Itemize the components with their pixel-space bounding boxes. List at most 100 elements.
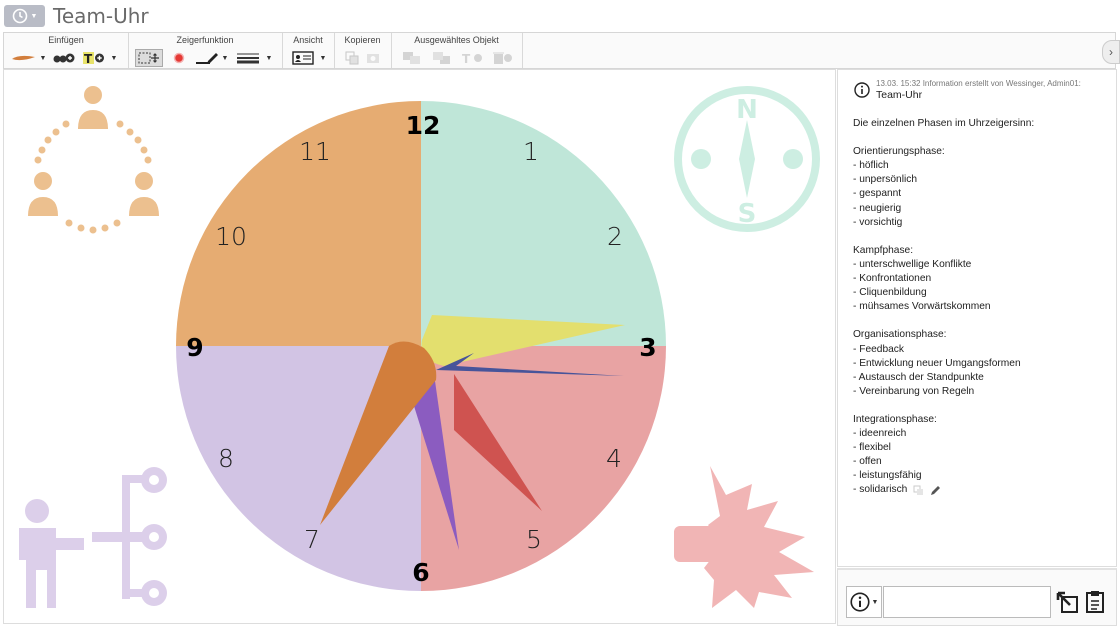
clock-icon: [12, 8, 27, 24]
insert-image-button[interactable]: [52, 49, 76, 67]
binoculars-plus-icon: [53, 53, 75, 63]
group-label: Kopieren: [344, 35, 381, 45]
insert-hand-dropdown[interactable]: ▼: [39, 49, 47, 67]
svg-text:N: N: [736, 95, 758, 125]
bring-front-icon: [403, 52, 420, 64]
compass-icon: N S: [674, 86, 820, 232]
clock-drawing: N S 12 1 2 3 4 5 6 7 8 9 10 11: [19, 86, 820, 608]
info-line: Organisationsphase:: [853, 329, 947, 341]
info-line: [853, 230, 1103, 244]
info-line: - Vereinbarung von Regeln: [853, 385, 975, 397]
group-label: Einfügen: [48, 35, 84, 45]
insert-text-dropdown[interactable]: ▼: [109, 49, 119, 67]
selection-move-icon: [138, 52, 159, 64]
clipboard-button[interactable]: [1082, 588, 1108, 616]
info-line: Die einzelnen Phasen im Uhrzeigersinn:: [853, 118, 1035, 129]
message-input[interactable]: [883, 586, 1051, 618]
copy-icon[interactable]: [913, 485, 924, 496]
info-line: Integrationsphase:: [853, 413, 937, 425]
info-line: [853, 399, 1103, 413]
info-line: - ideenreich: [853, 428, 907, 440]
toolbar-group-copy: Kopieren: [334, 33, 392, 68]
text-plus-icon: T: [83, 52, 104, 65]
clock-number-3: 3: [639, 333, 656, 362]
message-footer: ▼: [837, 568, 1117, 626]
clock-number-4: 4: [606, 444, 622, 473]
info-icon: [854, 82, 870, 98]
send-arrow-icon: [1056, 591, 1078, 613]
send-back-button[interactable]: [431, 49, 453, 67]
info-icon: [849, 592, 870, 612]
info-line: [853, 314, 1103, 328]
delete-object-button[interactable]: [491, 49, 515, 67]
info-line: - Entwicklung neuer Umgangsformen: [853, 357, 1021, 369]
info-line: Kampfphase:: [853, 244, 914, 256]
trash-icon: [493, 52, 512, 64]
info-line: Orientierungsphase:: [853, 146, 945, 158]
edit-pencil-icon[interactable]: [930, 485, 941, 496]
copy-image-button[interactable]: [365, 49, 381, 67]
toolbar: Einfügen ▼ T ▼ Zeigerfunktion ▼ ▼ Ansich…: [3, 32, 1116, 69]
text-settings-button[interactable]: T: [461, 49, 485, 67]
info-line: - Austausch der Standpunkte: [853, 371, 984, 383]
info-line: - gespannt: [853, 188, 902, 200]
camera-icon: [367, 54, 379, 63]
info-line: - Feedback: [853, 343, 904, 355]
group-label: Ansicht: [293, 35, 323, 45]
info-line: - offen: [853, 456, 882, 468]
clock-face: [176, 101, 666, 591]
toolbar-group-insert: Einfügen ▼ T ▼: [4, 33, 129, 68]
info-line: - Cliquenbildung: [853, 287, 927, 299]
line-width-button[interactable]: [234, 49, 262, 67]
insert-text-button[interactable]: T: [82, 49, 106, 67]
info-body: Die einzelnen Phasen im Uhrzeigersinn: O…: [853, 117, 1103, 498]
copy-button[interactable]: [344, 49, 360, 67]
info-line: - mühsames Vorwärtskommen: [853, 301, 991, 313]
orientation-sector: [421, 101, 666, 346]
send-message-button[interactable]: [1054, 588, 1080, 616]
clock-number-6: 6: [412, 558, 429, 587]
info-line: - unterschwellige Konflikte: [853, 258, 972, 270]
view-dropdown[interactable]: ▼: [319, 49, 327, 67]
info-line-last: - solidarisch: [853, 483, 1103, 497]
clock-number-9: 9: [186, 333, 203, 362]
network-person-icon: [19, 467, 167, 608]
svg-text:T: T: [84, 52, 93, 65]
chevron-down-icon: ▼: [30, 12, 38, 20]
select-tool-button[interactable]: [135, 49, 163, 67]
svg-text:S: S: [738, 199, 757, 229]
pen-dropdown[interactable]: ▼: [221, 49, 229, 67]
info-line: - flexibel: [853, 442, 891, 454]
color-button[interactable]: [170, 49, 188, 67]
group-label: Zeigerfunktion: [176, 35, 234, 45]
clock-hand-icon: [12, 55, 35, 61]
clock-number-1: 1: [523, 137, 539, 166]
clock-number-7: 7: [304, 525, 320, 554]
app-menu-button[interactable]: ▼: [4, 5, 45, 27]
bring-front-button[interactable]: [401, 49, 423, 67]
window-title: Team-Uhr: [53, 4, 149, 28]
id-card-icon: [292, 51, 314, 65]
info-line: - höflich: [853, 160, 889, 172]
line-width-dropdown[interactable]: ▼: [265, 49, 273, 67]
clock-number-5: 5: [526, 525, 542, 554]
svg-text:T: T: [462, 52, 471, 65]
info-line: - neugierig: [853, 202, 902, 214]
group-label: Ausgewähltes Objekt: [414, 35, 499, 45]
info-line: - unpersönlich: [853, 174, 917, 186]
clipboard-icon: [1086, 591, 1104, 613]
info-panel: 13.03. 15:32 Information erstellt von We…: [837, 69, 1117, 567]
panel-toggle-chevron-icon[interactable]: ›: [1102, 40, 1120, 64]
punch-icon: [674, 466, 814, 608]
info-line: - Konfrontationen: [853, 273, 932, 285]
color-dot-icon: [173, 52, 185, 64]
toolbar-group-selected-object: Ausgewähltes Objekt T: [391, 33, 523, 68]
insert-hand-button[interactable]: [9, 49, 39, 67]
clock-number-12: 12: [406, 111, 441, 140]
info-title: Team-Uhr: [876, 89, 923, 101]
copy-icon: [345, 51, 359, 65]
pen-button[interactable]: [194, 49, 220, 67]
view-button[interactable]: [290, 49, 316, 67]
whiteboard-canvas[interactable]: N S 12 1 2 3 4 5 6 7 8 9 10 11: [3, 69, 836, 624]
message-type-dropdown[interactable]: ▼: [846, 586, 882, 618]
